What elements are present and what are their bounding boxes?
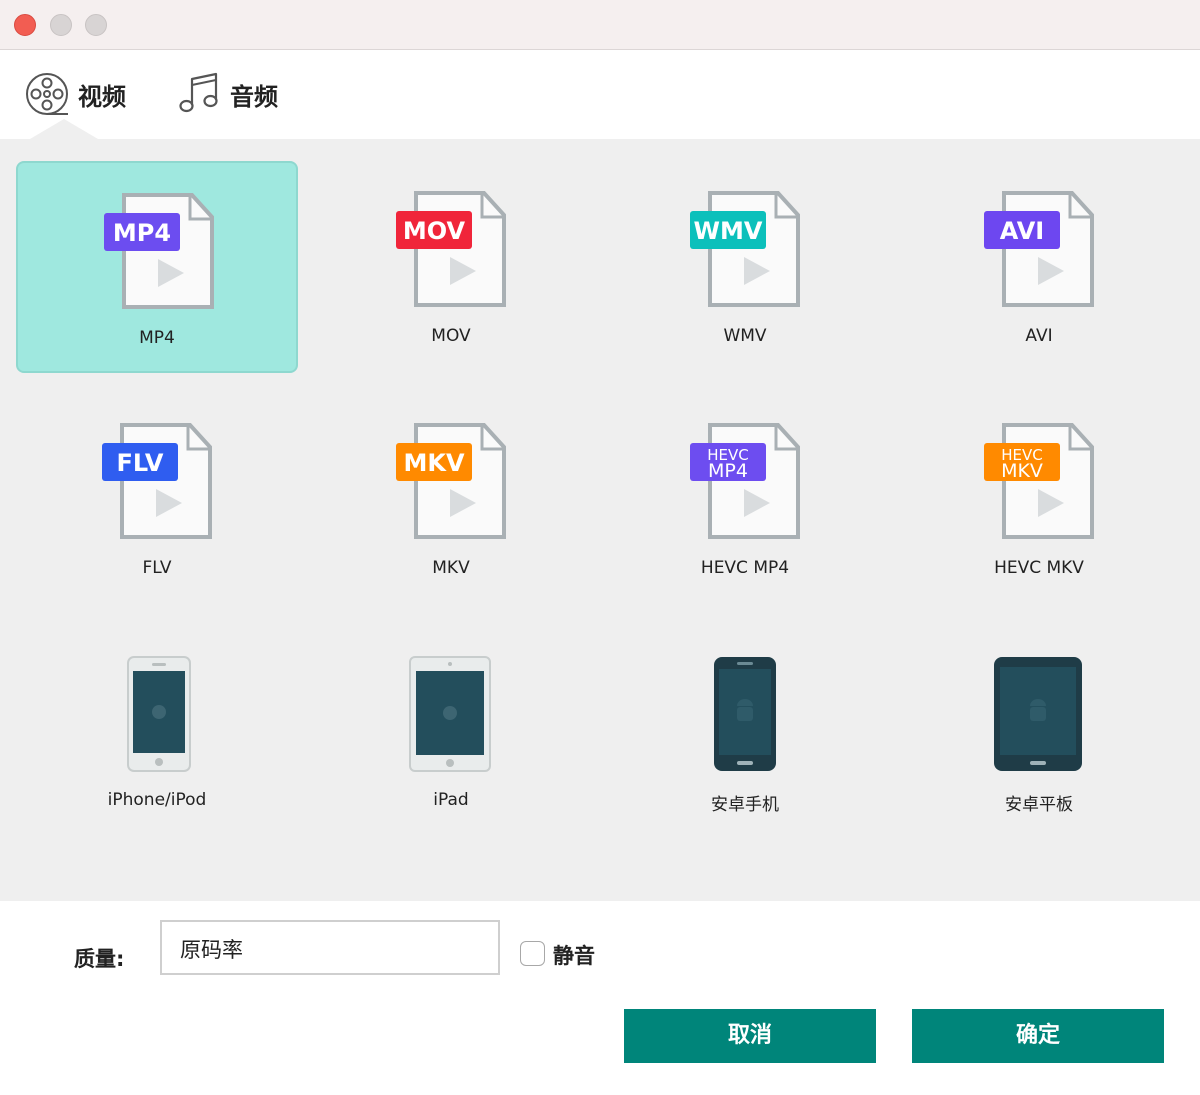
video-file-icon: FLV: [102, 423, 212, 539]
category-tabs: 视频 音频: [0, 51, 1200, 139]
video-file-icon: MP4: [104, 193, 214, 309]
format-label: MKV: [432, 558, 470, 578]
android-tablet-icon: [994, 657, 1082, 771]
video-file-icon: AVI: [984, 191, 1094, 307]
film-reel-icon: [26, 73, 68, 115]
format-option[interactable]: HEVC MP4 HEVC MP4: [604, 393, 886, 605]
format-label: AVI: [1025, 326, 1053, 346]
android-phone-icon: [714, 657, 776, 771]
tab-audio[interactable]: 音频: [176, 69, 278, 119]
mute-checkbox[interactable]: [520, 941, 545, 966]
format-option[interactable]: HEVC MKV HEVC MKV: [898, 393, 1180, 605]
music-note-icon: [179, 72, 218, 113]
format-option[interactable]: 安卓平板: [898, 625, 1180, 837]
iphone-device-icon: [127, 656, 191, 772]
svg-text:MP4: MP4: [113, 219, 171, 247]
options-panel: 质量: 原码率 静音 取消 确定: [0, 901, 1200, 1095]
format-label: iPhone/iPod: [107, 790, 207, 810]
format-grid: MP4 MP4 MOV MOV WMV WMV AVI AVI FLV FLV MKV MKV HEVC…: [0, 139, 1200, 901]
confirm-button[interactable]: 确定: [912, 1009, 1164, 1063]
format-option[interactable]: MP4 MP4: [16, 161, 298, 373]
format-option[interactable]: MOV MOV: [310, 161, 592, 373]
ipad-device-icon: [409, 656, 491, 772]
format-label: 安卓手机: [711, 795, 779, 815]
svg-text:WMV: WMV: [694, 217, 763, 245]
tab-video-label: 视频: [78, 82, 126, 111]
format-label: HEVC MKV: [994, 558, 1084, 578]
svg-text:MKV: MKV: [403, 449, 464, 477]
svg-text:FLV: FLV: [117, 449, 164, 477]
mute-label: 静音: [553, 944, 595, 968]
video-file-icon: HEVCMKV: [984, 423, 1094, 539]
tab-video[interactable]: 视频: [24, 69, 126, 119]
title-bar: [0, 0, 1200, 50]
quality-label: 质量:: [74, 947, 125, 971]
format-label: MP4: [139, 328, 175, 348]
video-file-icon: MOV: [396, 191, 506, 307]
format-option[interactable]: FLV FLV: [16, 393, 298, 605]
video-file-icon: HEVCMP4: [690, 423, 800, 539]
convert-format-dialog: 视频 音频 MP4 MP4 MOV MOV WMV WMV AVI AVI FLV FLV MKV M…: [0, 0, 1200, 1095]
format-option[interactable]: WMV WMV: [604, 161, 886, 373]
zoom-window-button[interactable]: [85, 14, 107, 36]
format-label: HEVC MP4: [700, 558, 790, 578]
format-option[interactable]: 安卓手机: [604, 625, 886, 837]
format-option[interactable]: iPad: [310, 625, 592, 837]
active-tab-indicator: [30, 119, 98, 139]
format-option[interactable]: AVI AVI: [898, 161, 1180, 373]
minimize-window-button[interactable]: [50, 14, 72, 36]
svg-text:AVI: AVI: [1000, 217, 1044, 245]
video-file-icon: MKV: [396, 423, 506, 539]
svg-text:MKV: MKV: [1001, 460, 1043, 482]
format-option[interactable]: iPhone/iPod: [16, 625, 298, 837]
format-label: iPad: [433, 790, 469, 810]
format-option[interactable]: MKV MKV: [310, 393, 592, 605]
svg-text:MOV: MOV: [403, 217, 466, 245]
format-label: FLV: [142, 558, 172, 578]
cancel-button[interactable]: 取消: [624, 1009, 876, 1063]
video-file-icon: WMV: [690, 191, 800, 307]
tab-audio-label: 音频: [230, 82, 278, 111]
svg-text:MP4: MP4: [708, 460, 748, 482]
format-label: 安卓平板: [1005, 795, 1073, 815]
format-label: WMV: [723, 326, 767, 346]
quality-select[interactable]: 原码率: [160, 920, 500, 975]
close-window-button[interactable]: [14, 14, 36, 36]
format-label: MOV: [431, 326, 471, 346]
